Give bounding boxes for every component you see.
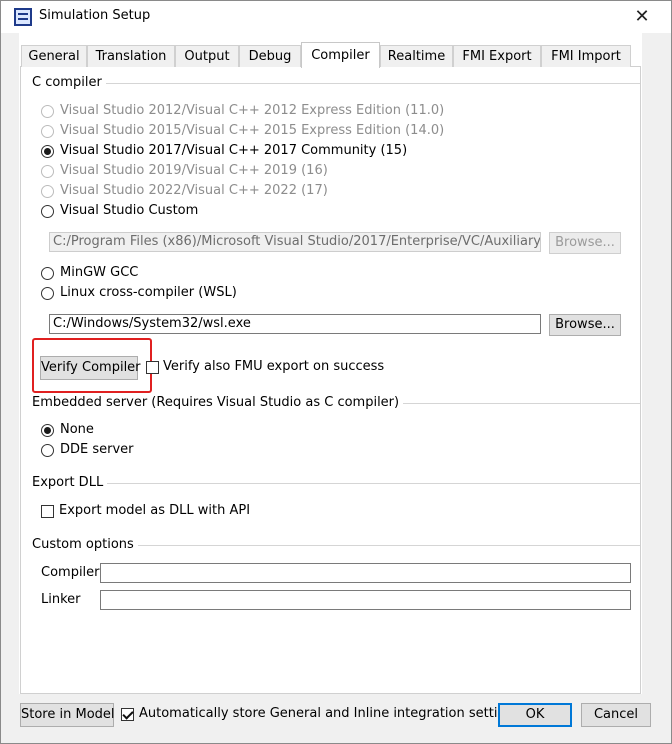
tab-translation[interactable]: Translation bbox=[87, 45, 175, 67]
radio-vs2012[interactable] bbox=[41, 105, 54, 118]
tab-output[interactable]: Output bbox=[175, 45, 239, 67]
verify-compiler-button[interactable]: Verify Compiler bbox=[40, 356, 141, 380]
radio-vs2019-label: Visual Studio 2019/Visual C++ 2019 (16) bbox=[60, 163, 328, 178]
radio-vs-custom-label: Visual Studio Custom bbox=[60, 203, 199, 218]
tab-general[interactable]: General bbox=[21, 45, 87, 67]
auto-store-checkbox[interactable] bbox=[121, 708, 134, 721]
embedded-server-group-label: Embedded server (Requires Visual Studio … bbox=[32, 395, 404, 410]
radio-wsl-label: Linux cross-compiler (WSL) bbox=[60, 285, 237, 300]
custom-options-group-label: Custom options bbox=[32, 537, 138, 552]
radio-dde-server-label: DDE server bbox=[60, 442, 134, 457]
tab-realtime[interactable]: Realtime bbox=[380, 45, 453, 67]
tab-debug[interactable]: Debug bbox=[239, 45, 301, 67]
export-dll-group-label: Export DLL bbox=[32, 475, 108, 490]
tab-fmi-export[interactable]: FMI Export bbox=[453, 45, 541, 67]
title-bar: Simulation Setup ✕ bbox=[1, 1, 671, 33]
cancel-button[interactable]: Cancel bbox=[581, 703, 651, 727]
radio-vs2019[interactable] bbox=[41, 165, 54, 178]
radio-server-none[interactable] bbox=[41, 424, 54, 437]
dialog-footer: Store in Model Automatically store Gener… bbox=[1, 694, 671, 743]
radio-vs2012-label: Visual Studio 2012/Visual C++ 2012 Expre… bbox=[60, 103, 445, 118]
radio-vs2022-label: Visual Studio 2022/Visual C++ 2022 (17) bbox=[60, 183, 328, 198]
verify-fmu-label: Verify also FMU export on success bbox=[163, 359, 385, 374]
export-dll-checkbox[interactable] bbox=[41, 505, 54, 518]
window-title: Simulation Setup bbox=[39, 8, 151, 23]
radio-wsl[interactable] bbox=[41, 287, 54, 300]
c-compiler-divider bbox=[33, 83, 640, 84]
right-margin bbox=[642, 33, 671, 694]
radio-dde-server[interactable] bbox=[41, 444, 54, 457]
compiler-options-label: Compiler bbox=[41, 565, 100, 580]
compiler-options-input[interactable] bbox=[100, 563, 631, 583]
radio-vs2022[interactable] bbox=[41, 185, 54, 198]
vs-custom-browse-button[interactable]: Browse... bbox=[549, 232, 621, 254]
radio-mingw-label: MinGW GCC bbox=[60, 265, 139, 280]
simulation-setup-icon bbox=[14, 8, 32, 26]
radio-vs2015[interactable] bbox=[41, 125, 54, 138]
simulation-setup-dialog: Simulation Setup ✕ General Translation O… bbox=[0, 0, 672, 744]
radio-vs2015-label: Visual Studio 2015/Visual C++ 2015 Expre… bbox=[60, 123, 445, 138]
linker-options-label: Linker bbox=[41, 592, 81, 607]
radio-vs-custom[interactable] bbox=[41, 205, 54, 218]
wsl-browse-button[interactable]: Browse... bbox=[549, 314, 621, 336]
linker-options-input[interactable] bbox=[100, 590, 631, 610]
tab-compiler[interactable]: Compiler bbox=[301, 42, 380, 68]
close-icon[interactable]: ✕ bbox=[629, 4, 655, 30]
radio-server-none-label: None bbox=[60, 422, 94, 437]
radio-vs2017-label: Visual Studio 2017/Visual C++ 2017 Commu… bbox=[60, 143, 408, 158]
export-dll-divider bbox=[33, 483, 640, 484]
radio-vs2017[interactable] bbox=[41, 145, 54, 158]
vs-custom-path-field[interactable]: C:/Program Files (x86)/Microsoft Visual … bbox=[49, 232, 541, 252]
store-in-model-button[interactable]: Store in Model bbox=[20, 703, 115, 727]
c-compiler-group-label: C compiler bbox=[32, 75, 106, 90]
export-dll-label: Export model as DLL with API bbox=[59, 503, 251, 518]
left-margin bbox=[1, 33, 19, 694]
ok-button[interactable]: OK bbox=[498, 703, 572, 727]
radio-mingw[interactable] bbox=[41, 267, 54, 280]
auto-store-label: Automatically store General and Inline i… bbox=[139, 706, 521, 721]
verify-fmu-checkbox[interactable] bbox=[146, 361, 159, 374]
wsl-path-field[interactable]: C:/Windows/System32/wsl.exe bbox=[49, 314, 541, 334]
tab-fmi-import[interactable]: FMI Import bbox=[541, 45, 631, 67]
